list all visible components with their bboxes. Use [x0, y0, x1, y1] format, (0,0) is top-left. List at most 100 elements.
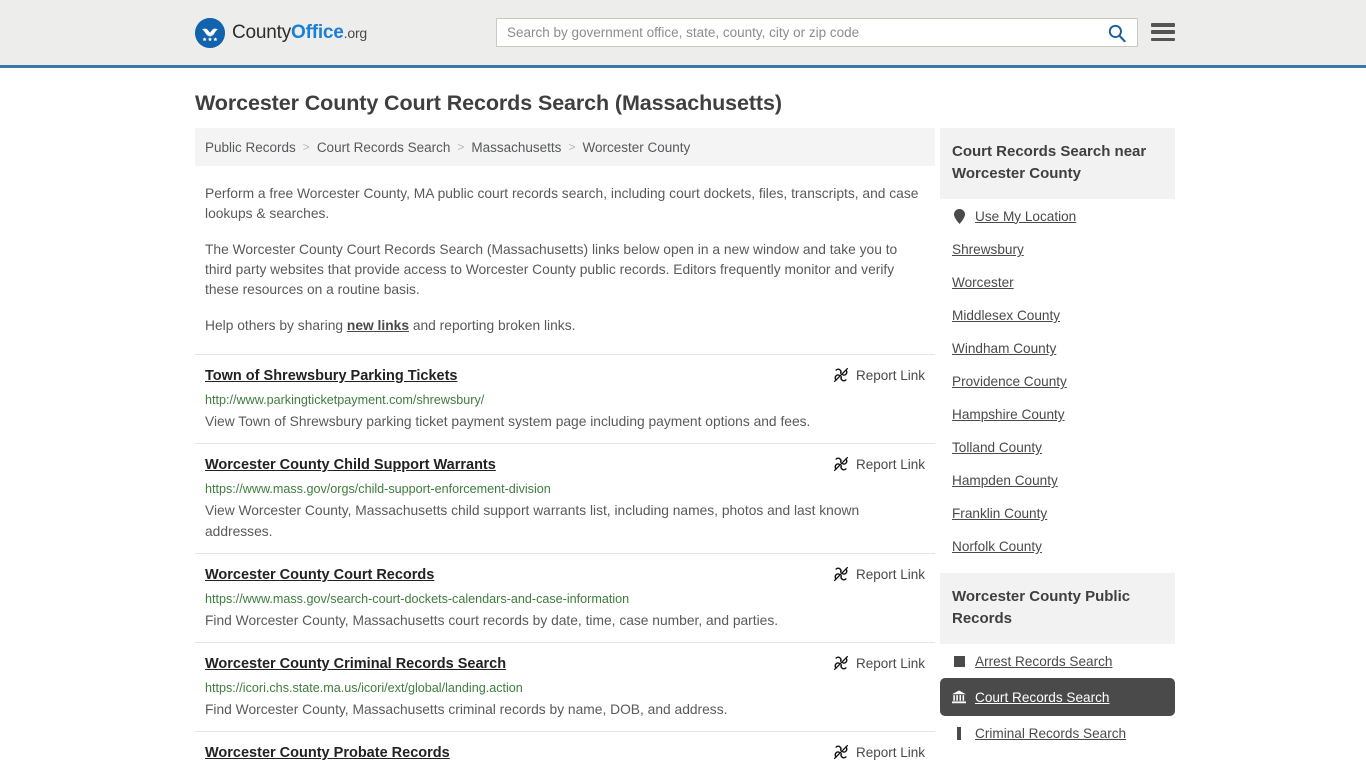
list-item: Criminal Records Search	[940, 716, 1175, 750]
hamburger-bar	[1151, 23, 1175, 27]
hamburger-bar	[1151, 30, 1175, 34]
breadcrumb-item-massachusetts[interactable]: Massachusetts	[471, 140, 561, 155]
site-logo-text: CountyOffice.org	[232, 22, 367, 44]
report-link-label: Report Link	[855, 367, 925, 383]
use-my-location-label: Use My Location	[975, 208, 1077, 224]
list-item: Middlesex County	[940, 299, 1175, 332]
logo-text-county: County	[232, 21, 292, 43]
sidebar-item-label: Arrest Records Search	[975, 653, 1113, 669]
sidebar-item-arrest-records-search[interactable]: Arrest Records Search	[940, 644, 1175, 678]
result-url-link[interactable]: https://icori.chs.state.ma.us/icori/ext/…	[205, 680, 925, 696]
list-item: Hampshire County	[940, 398, 1175, 431]
intro-paragraph-2: The Worcester County Court Records Searc…	[205, 242, 898, 297]
sidebar-item-providence-county[interactable]: Providence County	[940, 365, 1175, 398]
sidebar-item-label: Hampshire County	[952, 407, 1065, 422]
sidebar-item-hampden-county[interactable]: Hampden County	[940, 464, 1175, 497]
sidebar-item-label: Windham County	[952, 341, 1057, 356]
new-links-link[interactable]: new links	[347, 318, 409, 333]
intro-p3-after: and reporting broken links.	[409, 318, 576, 333]
list-item: Shrewsbury	[940, 233, 1175, 266]
sidebar-item-tolland-county[interactable]: Tolland County	[940, 431, 1175, 464]
breadcrumb: Public Records > Court Records Search > …	[195, 128, 935, 166]
breadcrumb-item-court-records-search[interactable]: Court Records Search	[317, 140, 451, 155]
report-link-button[interactable]: Report Link	[821, 655, 925, 671]
result-description: View Town of Shrewsbury parking ticket p…	[205, 414, 811, 429]
hamburger-menu-icon[interactable]	[1151, 20, 1175, 44]
report-link-button[interactable]: Report Link	[821, 367, 925, 383]
result-title-link[interactable]: Town of Shrewsbury Parking Tickets	[205, 367, 457, 385]
sidebar-item-hampshire-county[interactable]: Hampshire County	[940, 398, 1175, 431]
result-title-link[interactable]: Worcester County Court Records	[205, 566, 434, 584]
result-title-link[interactable]: Worcester County Child Support Warrants	[205, 456, 496, 474]
result-item: Worcester County Court Records Report Li…	[195, 553, 935, 642]
courthouse-icon	[952, 689, 966, 705]
result-url-link[interactable]: http://www.parkingticketpayment.com/shre…	[205, 392, 925, 408]
report-link-button[interactable]: Report Link	[821, 744, 925, 760]
search-icon	[1108, 24, 1126, 42]
square-icon	[952, 653, 966, 669]
sidebar-item-franklin-county[interactable]: Franklin County	[940, 497, 1175, 530]
result-item: Town of Shrewsbury Parking Tickets Repor…	[195, 354, 935, 443]
list-item: Norfolk County	[940, 530, 1175, 563]
sidebar-item-middlesex-county[interactable]: Middlesex County	[940, 299, 1175, 332]
sidebar-item-criminal-records-search[interactable]: Criminal Records Search	[940, 716, 1175, 750]
sidebar-item-label: Norfolk County	[952, 539, 1042, 554]
search-bar[interactable]	[496, 18, 1138, 47]
search-button[interactable]	[1103, 19, 1137, 46]
report-link-button[interactable]: Report Link	[821, 456, 925, 472]
public-records-list: Arrest Records Search Court Records Sear…	[940, 644, 1175, 750]
sidebar-item-worcester[interactable]: Worcester	[940, 266, 1175, 299]
search-input[interactable]	[497, 19, 1103, 46]
sidebar-item-label: Franklin County	[952, 506, 1048, 521]
sidebar: Court Records Search near Worcester Coun…	[940, 128, 1175, 760]
result-header: Worcester County Criminal Records Search…	[205, 655, 925, 673]
list-item: Arrest Records Search	[940, 644, 1175, 678]
list-item: Hampden County	[940, 464, 1175, 497]
use-my-location-link[interactable]: Use My Location	[940, 199, 1175, 233]
sidebar-item-label: Court Records Search	[975, 689, 1110, 705]
breadcrumb-item-public-records[interactable]: Public Records	[205, 140, 296, 155]
eagle-seal-icon	[195, 17, 225, 48]
result-title-link[interactable]: Worcester County Probate Records	[205, 744, 450, 762]
nearby-panel-heading: Court Records Search near Worcester Coun…	[940, 128, 1175, 199]
broken-link-icon	[833, 744, 849, 760]
breadcrumb-separator: >	[568, 140, 576, 154]
sidebar-item-shrewsbury[interactable]: Shrewsbury	[940, 233, 1175, 266]
result-title-link[interactable]: Worcester County Criminal Records Search	[205, 655, 506, 673]
result-url-link[interactable]: https://www.mass.gov/search-court-docket…	[205, 591, 925, 607]
result-url-link[interactable]: https://www.mass.gov/orgs/child-support-…	[205, 481, 925, 497]
result-header: Town of Shrewsbury Parking Tickets Repor…	[205, 367, 925, 385]
list-item: Court Records Search	[940, 678, 1175, 716]
nearby-panel: Court Records Search near Worcester Coun…	[940, 128, 1175, 563]
intro-paragraph-3: Help others by sharing new links and rep…	[195, 316, 935, 336]
main-column: Public Records > Court Records Search > …	[195, 128, 935, 768]
results-list: Town of Shrewsbury Parking Tickets Repor…	[195, 354, 935, 768]
content-columns: Public Records > Court Records Search > …	[0, 128, 1366, 768]
sidebar-item-court-records-search[interactable]: Court Records Search	[940, 678, 1175, 716]
list-item: Use My Location	[940, 199, 1175, 233]
list-item: Tolland County	[940, 431, 1175, 464]
breadcrumb-separator: >	[302, 140, 310, 154]
sidebar-item-label: Criminal Records Search	[975, 725, 1127, 741]
result-description: View Worcester County, Massachusetts chi…	[205, 503, 860, 539]
report-link-label: Report Link	[855, 566, 925, 582]
sidebar-item-label: Tolland County	[952, 440, 1042, 455]
report-link-button[interactable]: Report Link	[821, 566, 925, 582]
site-header: CountyOffice.org	[0, 0, 1366, 68]
sidebar-item-label: Middlesex County	[952, 308, 1061, 323]
breadcrumb-item-worcester-county: Worcester County	[582, 139, 691, 155]
list-item: Windham County	[940, 332, 1175, 365]
result-header: Worcester County Probate Records Report …	[205, 744, 925, 762]
breadcrumb-separator: >	[457, 140, 465, 154]
intro-p3-before: Help others by sharing	[205, 318, 347, 333]
result-item: Worcester County Child Support Warrants …	[195, 443, 935, 553]
report-link-label: Report Link	[855, 744, 925, 760]
result-header: Worcester County Court Records Report Li…	[205, 566, 925, 584]
page-title: Worcester County Court Records Search (M…	[195, 91, 782, 115]
sidebar-item-norfolk-county[interactable]: Norfolk County	[940, 530, 1175, 563]
report-link-label: Report Link	[855, 655, 925, 671]
report-link-label: Report Link	[855, 456, 925, 472]
site-logo[interactable]: CountyOffice.org	[195, 17, 367, 48]
nearby-list: Use My Location Shrewsbury Worcester Mid…	[940, 199, 1175, 563]
sidebar-item-windham-county[interactable]: Windham County	[940, 332, 1175, 365]
